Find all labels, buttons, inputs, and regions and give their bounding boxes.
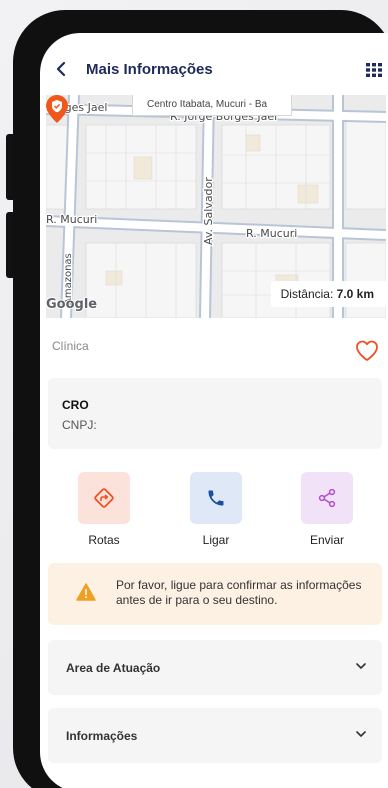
chevron-left-icon[interactable] — [54, 61, 70, 77]
street-label: R. Mucuri — [246, 227, 297, 240]
chevron-down-icon[interactable] — [356, 662, 366, 670]
street-label: Av. Salvador — [202, 177, 215, 245]
accordion-area-atuacao[interactable]: Area de Atuação — [48, 640, 382, 695]
phone-frame: Mais Informações Borges Jael R. Jorge Bo… — [13, 10, 388, 788]
street-label: R. Mucuri — [46, 213, 97, 226]
accordion-label: Area de Atuação — [66, 661, 161, 675]
cro-label: CRO — [62, 398, 89, 412]
call-button-box[interactable] — [190, 472, 242, 524]
routes-button-box[interactable] — [78, 472, 130, 524]
call-label: Ligar — [202, 533, 230, 547]
share-label: Enviar — [309, 533, 344, 547]
category-label: Clínica — [52, 339, 89, 353]
info-card: CRO CNPJ: — [48, 378, 382, 449]
distance-badge: Distância: 7.0 km — [270, 281, 386, 307]
chevron-down-icon[interactable] — [356, 730, 366, 738]
location-pin-icon[interactable] — [46, 95, 68, 123]
directions-icon — [94, 488, 114, 508]
grid-icon[interactable] — [366, 63, 382, 77]
warning-banner: Por favor, ligue para confirmar as infor… — [48, 563, 382, 625]
distance-label: Distância: — [280, 287, 334, 301]
accordion-informacoes[interactable]: Informações — [48, 708, 382, 763]
routes-button[interactable]: Rotas — [78, 472, 130, 547]
share-button-box[interactable] — [301, 472, 353, 524]
cnpj-label: CNPJ: — [62, 418, 97, 432]
call-button[interactable]: Ligar — [190, 472, 242, 547]
page-title: Mais Informações — [86, 61, 213, 78]
header: Mais Informações — [40, 33, 388, 95]
phone-icon — [208, 490, 224, 506]
accordion-label: Informações — [66, 729, 138, 743]
heart-outline-icon[interactable] — [355, 340, 379, 362]
routes-label: Rotas — [88, 533, 120, 547]
app-screen: Mais Informações Borges Jael R. Jorge Bo… — [40, 33, 388, 788]
google-logo: Google — [46, 297, 97, 312]
location-map[interactable]: Borges Jael R. Jorge Borges Jael R. Mucu… — [46, 95, 386, 318]
map-search-box[interactable]: Centro Itabata, Mucuri - Ba — [132, 95, 292, 116]
distance-value: 7.0 km — [336, 287, 374, 301]
warning-icon — [76, 583, 96, 601]
warning-text: Por favor, ligue para confirmar as infor… — [116, 578, 362, 607]
share-icon — [318, 488, 336, 508]
share-button[interactable]: Enviar — [301, 472, 353, 547]
